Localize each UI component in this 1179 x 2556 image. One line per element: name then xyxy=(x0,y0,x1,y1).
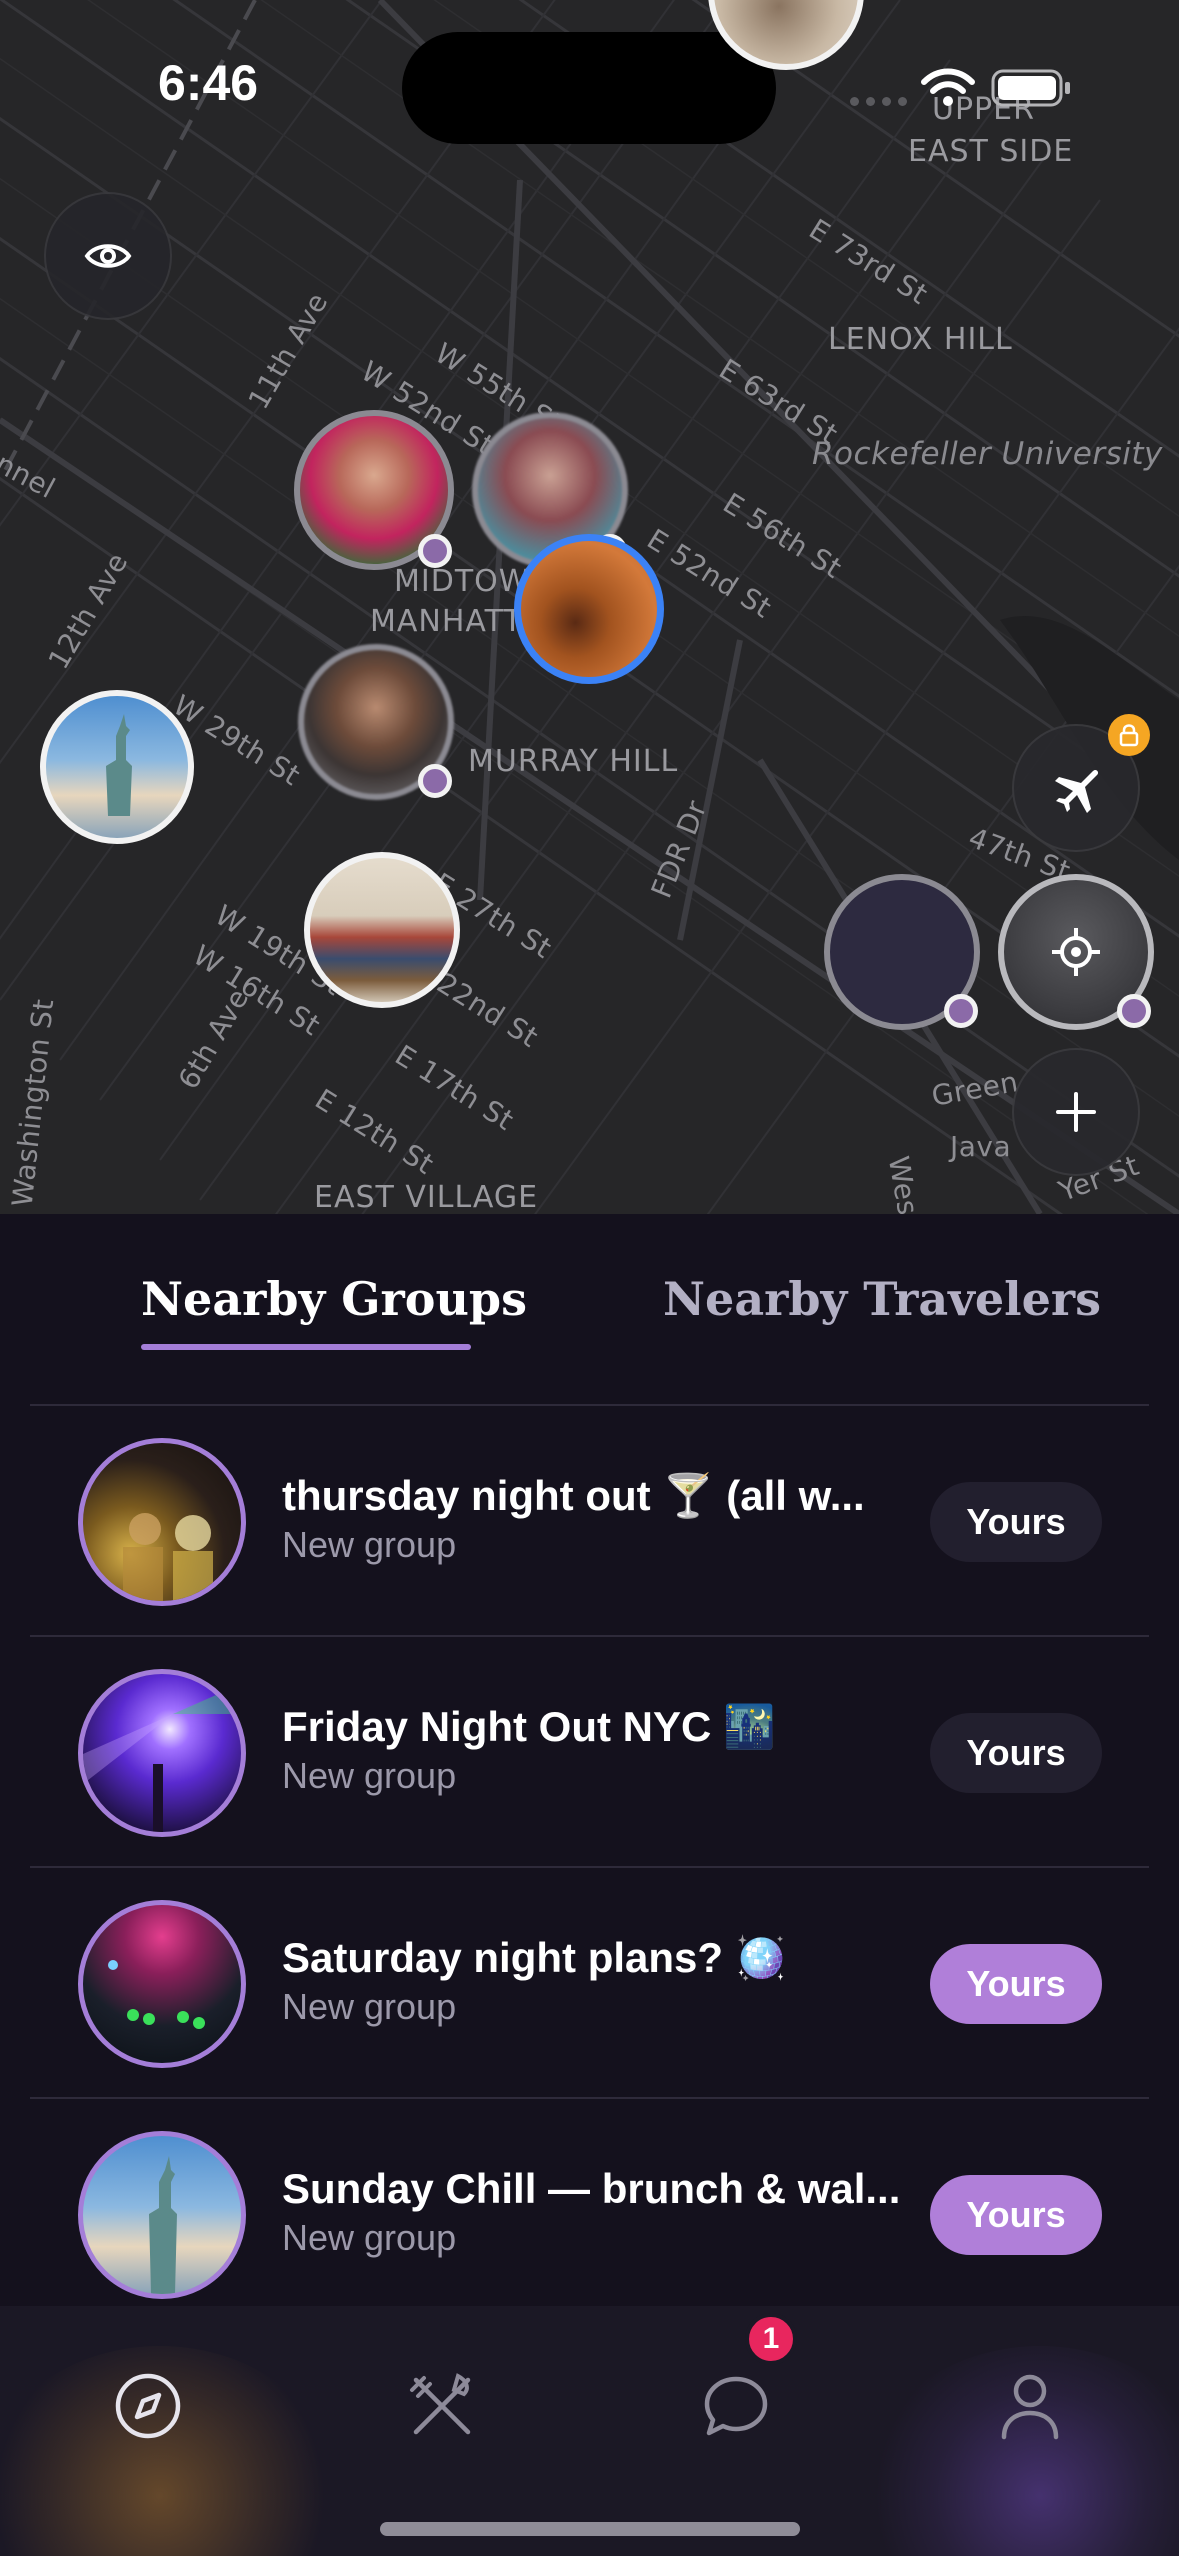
list-item[interactable]: thursday night out 🍸 (all w... New group… xyxy=(30,1406,1149,1637)
online-indicator xyxy=(1117,994,1151,1028)
wifi-icon xyxy=(921,68,975,106)
lock-icon xyxy=(1108,714,1150,756)
group-title: thursday night out 🍸 (all w... xyxy=(282,1472,865,1519)
eye-icon xyxy=(84,244,132,268)
yours-button[interactable]: Yours xyxy=(930,1482,1102,1562)
group-subtitle: New group xyxy=(282,1755,457,1796)
group-list[interactable]: thursday night out 🍸 (all w... New group… xyxy=(30,1406,1149,2330)
group-avatar xyxy=(78,1438,246,1606)
battery-icon xyxy=(991,69,1070,107)
status-icons xyxy=(840,62,1080,112)
visibility-button[interactable] xyxy=(44,192,172,320)
group-avatar xyxy=(78,2131,246,2299)
group-title: Friday Night Out NYC 🌃 xyxy=(282,1703,776,1750)
yours-button[interactable]: Yours xyxy=(930,1713,1102,1793)
crosshair-icon xyxy=(1052,928,1100,976)
cellular-icon xyxy=(850,97,907,106)
group-subtitle: New group xyxy=(282,1524,457,1565)
nav-explore[interactable] xyxy=(98,2356,198,2456)
map-area-label: EAST SIDE xyxy=(908,134,1074,169)
map-area-label: MURRAY HILL xyxy=(468,744,679,779)
group-subtitle: New group xyxy=(282,2217,457,2258)
online-indicator xyxy=(944,994,978,1028)
unread-badge: 1 xyxy=(745,2313,797,2365)
map-group-avatar[interactable] xyxy=(40,690,194,844)
online-indicator xyxy=(418,534,452,568)
statue-of-liberty-image xyxy=(106,714,132,816)
active-tab-indicator xyxy=(141,1344,471,1350)
group-avatar xyxy=(78,1900,246,2068)
tab-nearby-travelers[interactable]: Nearby Travelers xyxy=(663,1272,1101,1326)
map-institution-label: Rockefeller University xyxy=(812,436,1163,472)
chat-icon xyxy=(704,2376,768,2436)
list-item[interactable]: Sunday Chill — brunch & wal... New group… xyxy=(30,2099,1149,2330)
nav-profile[interactable] xyxy=(980,2356,1080,2456)
dynamic-island xyxy=(402,32,776,144)
dining-icon xyxy=(410,2373,471,2435)
map-view[interactable]: UPPER EAST SIDE LENOX HILL MIDTOWN MANHA… xyxy=(0,0,1179,1214)
current-location-avatar[interactable] xyxy=(514,534,664,684)
group-subtitle: New group xyxy=(282,1986,457,2027)
plane-icon xyxy=(1055,769,1099,813)
list-item[interactable]: Friday Night Out NYC 🌃 New group Yours xyxy=(30,1637,1149,1868)
map-area-label: EAST VILLAGE xyxy=(314,1180,539,1214)
add-button[interactable] xyxy=(1012,1048,1140,1176)
group-title: Sunday Chill — brunch & wal... xyxy=(282,2165,901,2212)
profile-icon xyxy=(1001,2374,1059,2440)
online-indicator xyxy=(418,764,452,798)
yours-button[interactable]: Yours xyxy=(930,2175,1102,2255)
bottom-nav xyxy=(0,2306,1179,2556)
group-avatar xyxy=(78,1669,246,1837)
plus-icon xyxy=(1056,1092,1096,1132)
street-label: Java xyxy=(950,1130,1012,1163)
map-group-avatar[interactable] xyxy=(304,852,460,1008)
tab-nearby-groups[interactable]: Nearby Groups xyxy=(141,1272,527,1326)
home-indicator[interactable] xyxy=(380,2522,800,2536)
yours-button[interactable]: Yours xyxy=(930,1944,1102,2024)
nav-chat[interactable] xyxy=(686,2356,786,2456)
list-item[interactable]: Saturday night plans? 🪩 New group Yours xyxy=(30,1868,1149,2099)
status-time: 6:46 xyxy=(158,55,259,111)
map-area-label: LENOX HILL xyxy=(828,322,1013,357)
nav-dining[interactable] xyxy=(392,2356,492,2456)
compass-icon xyxy=(115,2373,181,2439)
group-title: Saturday night plans? 🪩 xyxy=(282,1934,788,1981)
